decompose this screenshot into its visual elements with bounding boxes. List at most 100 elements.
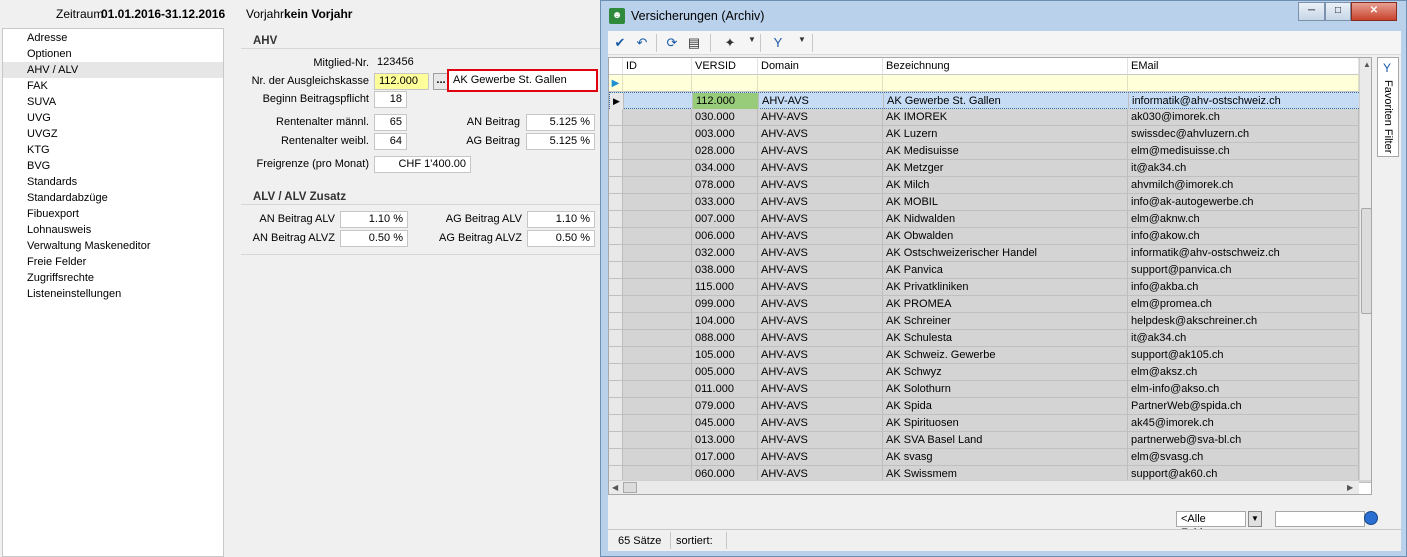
cell-domain[interactable]: AHV-AVS (758, 449, 883, 465)
cell-domain[interactable]: AHV-AVS (758, 245, 883, 261)
cell-id[interactable] (623, 143, 692, 159)
check-icon[interactable]: ✔ (612, 34, 628, 52)
cell-domain[interactable]: AHV-AVS (758, 432, 883, 448)
horizontal-scroll-thumb[interactable] (623, 482, 637, 493)
filter-cell-email[interactable] (1128, 75, 1359, 92)
row-indicator[interactable] (609, 330, 623, 346)
col-header-versid[interactable]: VERSID (692, 58, 758, 75)
sidebar-item-ahv-alv[interactable]: AHV / ALV (3, 62, 223, 78)
cell-email[interactable]: elm@promea.ch (1128, 296, 1359, 312)
table-row[interactable]: 032.000 AHV-AVS AK Ostschweizerischer Hand… (609, 245, 1371, 262)
cell-versid[interactable]: 028.000 (692, 143, 758, 159)
cell-email[interactable]: ak030@imorek.ch (1128, 109, 1359, 125)
cell-id[interactable] (623, 364, 692, 380)
table-row[interactable]: 028.000 AHV-AVS AK Medisuisse elm@medisuiss… (609, 143, 1371, 160)
cell-email[interactable]: swissdec@ahvluzern.ch (1128, 126, 1359, 142)
beginn-field[interactable]: 18 (374, 91, 407, 108)
sidebar-item-ktg[interactable]: KTG (3, 142, 223, 158)
cell-bezeichnung[interactable]: AK Solothurn (883, 381, 1128, 397)
row-indicator[interactable] (609, 415, 623, 431)
cell-email[interactable]: ahvmilch@imorek.ch (1128, 177, 1359, 193)
cell-domain[interactable]: AHV-AVS (758, 296, 883, 312)
freigrenze-field[interactable]: CHF 1'400.00 (374, 156, 471, 173)
cell-bezeichnung[interactable]: AK Schreiner (883, 313, 1128, 329)
cell-domain[interactable]: AHV-AVS (758, 313, 883, 329)
cell-domain[interactable]: AHV-AVS (758, 160, 883, 176)
cell-email[interactable]: info@akow.ch (1128, 228, 1359, 244)
cell-email[interactable]: it@ak34.ch (1128, 160, 1359, 176)
table-row[interactable]: 030.000 AHV-AVS AK IMOREK ak030@imorek.ch (609, 109, 1371, 126)
cell-domain[interactable]: AHV-AVS (758, 279, 883, 295)
cell-versid[interactable]: 034.000 (692, 160, 758, 176)
cell-id[interactable] (623, 177, 692, 193)
cell-versid[interactable]: 005.000 (692, 364, 758, 380)
rente-w-field[interactable]: 64 (374, 133, 407, 150)
cell-bezeichnung[interactable]: AK Gewerbe St. Gallen (884, 93, 1129, 109)
cell-bezeichnung[interactable]: AK Schulesta (883, 330, 1128, 346)
cell-bezeichnung[interactable]: AK Ostschweizerischer Handel (883, 245, 1128, 261)
cell-id[interactable] (623, 194, 692, 210)
ag-alvz-field[interactable]: 0.50 % (527, 230, 595, 247)
row-indicator[interactable] (609, 143, 623, 159)
search-go-icon[interactable] (1364, 511, 1378, 525)
row-indicator[interactable] (609, 245, 623, 261)
cell-bezeichnung[interactable]: AK Nidwalden (883, 211, 1128, 227)
cell-id[interactable] (623, 262, 692, 278)
cell-email[interactable]: informatik@ahv-ostschweiz.ch (1128, 245, 1359, 261)
table-row[interactable]: 017.000 AHV-AVS AK svasg elm@svasg.ch (609, 449, 1371, 466)
cell-id[interactable] (623, 228, 692, 244)
sidebar-item-uvg[interactable]: UVG (3, 110, 223, 126)
tools-icon[interactable]: ✦ (722, 34, 738, 52)
cell-domain[interactable]: AHV-AVS (758, 415, 883, 431)
cell-versid[interactable]: 088.000 (692, 330, 758, 346)
vertical-scrollbar[interactable]: ▲ (1359, 58, 1371, 480)
row-indicator[interactable] (609, 313, 623, 329)
table-row[interactable]: 115.000 AHV-AVS AK Privatkliniken info@akba… (609, 279, 1371, 296)
filter-cell-bezeichnung[interactable] (883, 75, 1128, 92)
sidebar-item-maskeneditor[interactable]: Verwaltung Maskeneditor (3, 238, 223, 254)
cell-domain[interactable]: AHV-AVS (758, 398, 883, 414)
cell-versid[interactable]: 115.000 (692, 279, 758, 295)
cell-id[interactable] (623, 449, 692, 465)
cell-bezeichnung[interactable]: AK MOBIL (883, 194, 1128, 210)
col-header-bezeichnung[interactable]: Bezeichnung (883, 58, 1128, 75)
col-header-domain[interactable]: Domain (758, 58, 883, 75)
table-row[interactable]: 088.000 AHV-AVS AK Schulesta it@ak34.ch (609, 330, 1371, 347)
cell-email[interactable]: informatik@ahv-ostschweiz.ch (1129, 93, 1360, 109)
cell-email[interactable]: helpdesk@akschreiner.ch (1128, 313, 1359, 329)
cell-domain[interactable]: AHV-AVS (758, 364, 883, 380)
cell-versid[interactable]: 045.000 (692, 415, 758, 431)
row-indicator[interactable] (609, 347, 623, 363)
cell-email[interactable]: support@ak105.ch (1128, 347, 1359, 363)
table-row[interactable]: 105.000 AHV-AVS AK Schweiz. Gewerbe support… (609, 347, 1371, 364)
current-row-arrow-icon[interactable]: ▶ (610, 93, 624, 109)
table-row[interactable]: 007.000 AHV-AVS AK Nidwalden elm@aknw.ch (609, 211, 1371, 228)
cell-email[interactable]: elm@svasg.ch (1128, 449, 1359, 465)
an-alv-field[interactable]: 1.10 % (340, 211, 408, 228)
sidebar-item-listeneinstellungen[interactable]: Listeneinstellungen (3, 286, 223, 302)
filter-cell-versid[interactable] (692, 75, 758, 92)
row-indicator[interactable] (609, 160, 623, 176)
row-indicator[interactable] (609, 364, 623, 380)
table-row[interactable]: 079.000 AHV-AVS AK Spida PartnerWeb@spida.c… (609, 398, 1371, 415)
cell-domain[interactable]: AHV-AVS (758, 228, 883, 244)
cell-bezeichnung[interactable]: AK Schweiz. Gewerbe (883, 347, 1128, 363)
cell-versid[interactable]: 105.000 (692, 347, 758, 363)
refresh-icon[interactable]: ⟳ (664, 34, 680, 52)
cell-versid[interactable]: 006.000 (692, 228, 758, 244)
cell-bezeichnung[interactable]: AK SVA Basel Land (883, 432, 1128, 448)
cell-versid[interactable]: 032.000 (692, 245, 758, 261)
cell-domain[interactable]: AHV-AVS (758, 126, 883, 142)
cell-bezeichnung[interactable]: AK Schwyz (883, 364, 1128, 380)
col-header-id[interactable]: ID (623, 58, 692, 75)
favorites-filter-tab[interactable]: Y Favoriten Filter (1377, 57, 1399, 157)
an-alvz-field[interactable]: 0.50 % (340, 230, 408, 247)
row-indicator[interactable] (609, 211, 623, 227)
cell-bezeichnung[interactable]: AK PROMEA (883, 296, 1128, 312)
row-indicator[interactable] (609, 296, 623, 312)
sidebar-item-uvgz[interactable]: UVGZ (3, 126, 223, 142)
table-row[interactable]: 038.000 AHV-AVS AK Panvica support@panvica.… (609, 262, 1371, 279)
search-scope-select[interactable]: <Alle Felder> (1176, 511, 1246, 539)
mitglied-field[interactable]: 123456 (373, 55, 453, 72)
scroll-up-icon[interactable]: ▲ (1363, 60, 1371, 69)
